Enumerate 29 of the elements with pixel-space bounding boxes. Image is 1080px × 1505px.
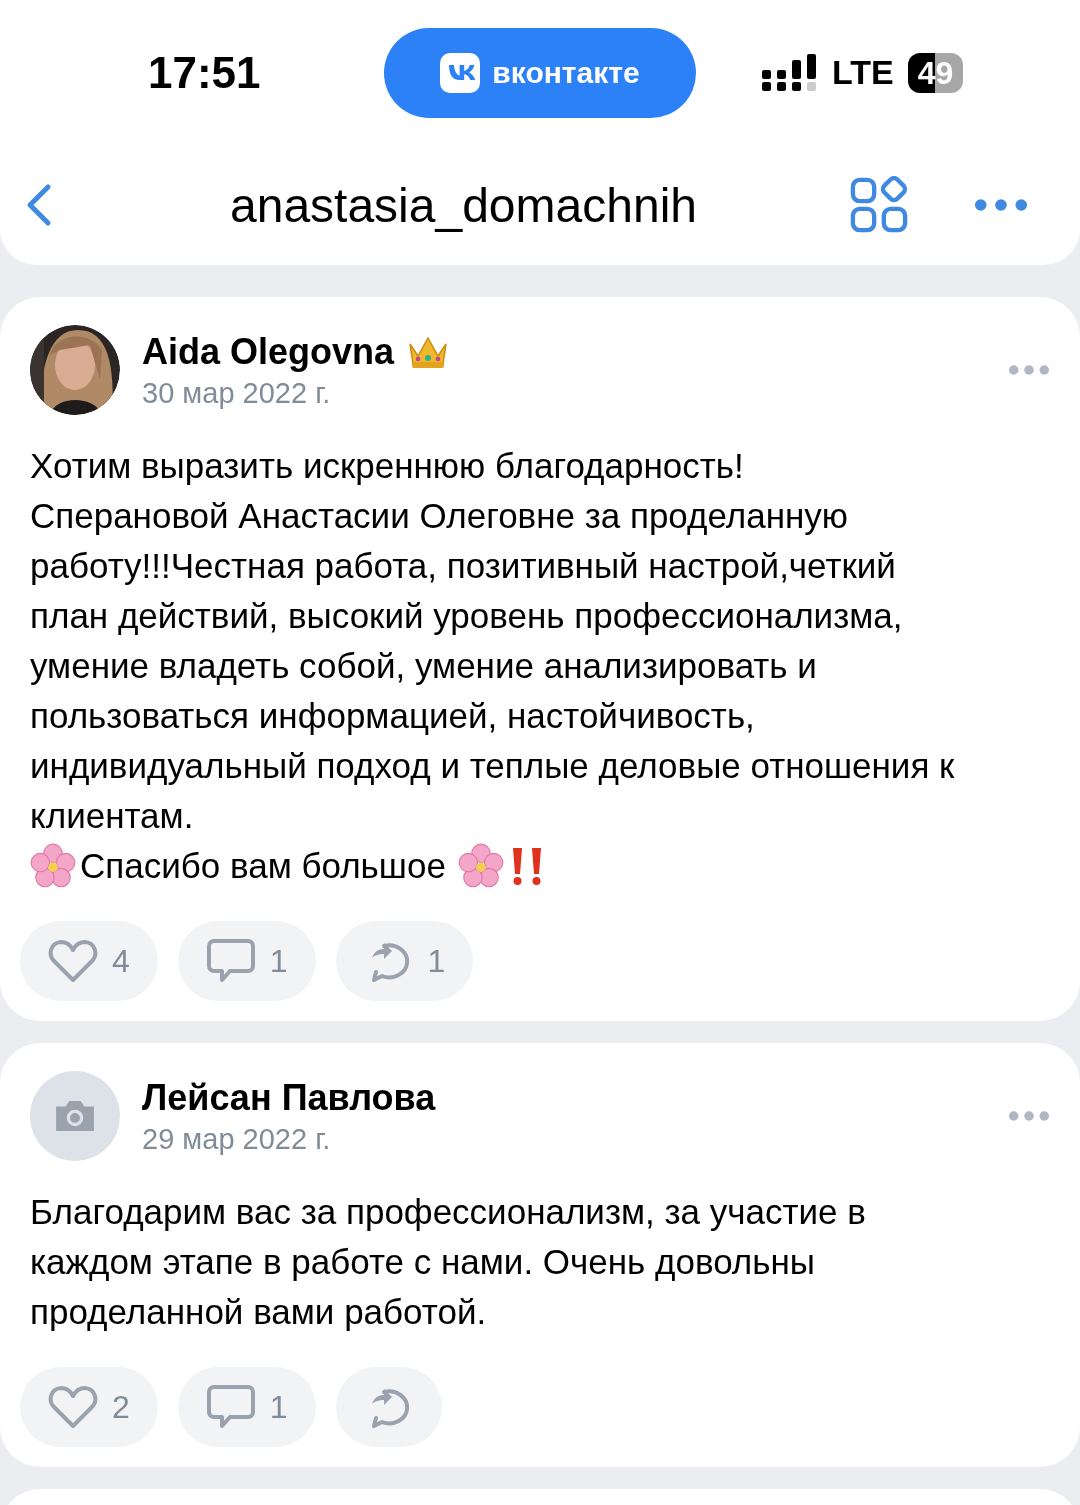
author-name[interactable]: Aida Olegovna <box>142 330 395 373</box>
app-pill[interactable]: вконтакте <box>384 27 696 118</box>
post-closing-text: Спасибо вам большое <box>80 846 446 886</box>
comment-icon <box>205 1384 256 1430</box>
like-button[interactable]: 4 <box>20 921 158 1001</box>
flower-icon <box>457 843 504 889</box>
services-icon[interactable] <box>850 176 908 234</box>
post-date: 29 мар 2022 г. <box>142 1122 332 1156</box>
more-icon[interactable] <box>1008 364 1050 376</box>
share-button[interactable]: 1 <box>335 921 474 1001</box>
comment-icon <box>205 938 256 984</box>
flower-icon <box>30 843 76 889</box>
author-name[interactable]: Лейсан Павлова <box>142 1076 436 1119</box>
post-text: Хотим выразить искреннюю благодарность! Сперановой Анастасии Олеговне за проделанную работу!!!Честная работа, позитивный настрой,четкий план действий, высокий уровень профессионализма, умение владеть собой, умение анализировать и пользоваться информацией, настойчивость, индивидуальный подход и теплые деловые отношения к клиентам. <box>30 445 956 837</box>
comment-button[interactable]: 1 <box>177 921 316 1001</box>
heart-icon <box>48 1384 98 1430</box>
heart-icon <box>48 938 98 984</box>
network-label: LTE <box>832 53 894 92</box>
comment-button[interactable]: 1 <box>177 1367 316 1447</box>
post-date: 30 мар 2022 г. <box>142 376 332 410</box>
like-button[interactable]: 2 <box>20 1367 158 1447</box>
more-icon[interactable] <box>974 197 1028 213</box>
signal-icon <box>762 53 818 92</box>
battery-indicator: 49 <box>907 52 964 93</box>
vk-logo-icon <box>440 52 481 93</box>
status-time: 17:51 <box>148 47 262 98</box>
profile-title: anastasia_domachnih <box>230 177 698 233</box>
post-text: Благодарим вас за профессионализм, за участие в каждом этапе в работе с нами. Очень довольны проделанной вами работой. <box>30 1191 867 1333</box>
more-icon[interactable] <box>1008 1110 1050 1122</box>
